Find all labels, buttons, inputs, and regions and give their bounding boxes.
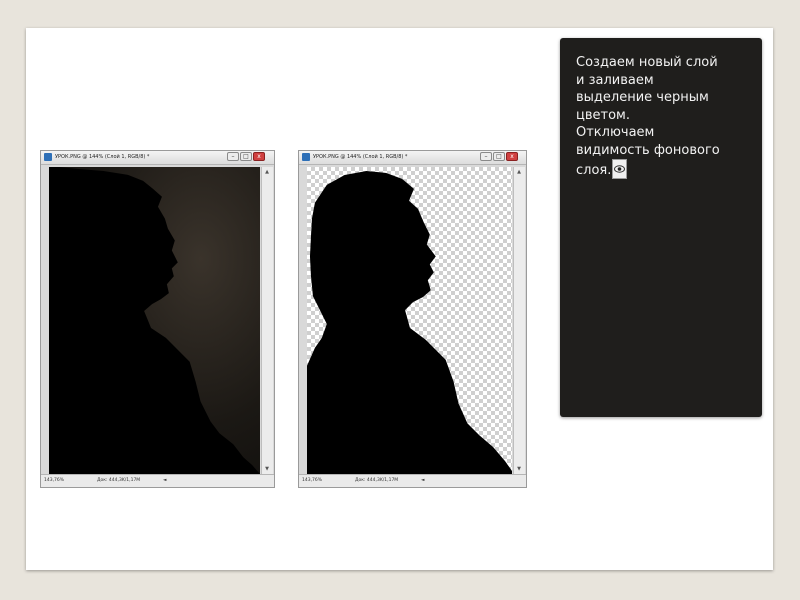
- minimize-button[interactable]: –: [227, 152, 239, 161]
- document-window-left[interactable]: УРОК.PNG @ 144% (Слой 1, RGB/8) * – □ x …: [40, 150, 275, 488]
- zoom-level[interactable]: 143,76%: [44, 475, 64, 487]
- document-window-right[interactable]: УРОК.PNG @ 144% (Слой 1, RGB/8) * – □ x …: [298, 150, 527, 488]
- scroll-up-icon[interactable]: ▲: [515, 168, 523, 176]
- image-canvas[interactable]: [49, 167, 260, 474]
- window-titlebar[interactable]: УРОК.PNG @ 144% (Слой 1, RGB/8) * – □ x: [299, 151, 526, 165]
- eye-icon: [612, 159, 628, 179]
- silhouette-image: [49, 167, 260, 474]
- minimize-button[interactable]: –: [480, 152, 492, 161]
- status-bar: 143,76% Док: 444,3K/1,17M ◄: [41, 474, 274, 487]
- instruction-line: Отключаем: [576, 125, 655, 140]
- close-button[interactable]: x: [506, 152, 518, 161]
- instruction-line: слоя.: [576, 163, 612, 178]
- vertical-scrollbar[interactable]: ▲ ▼: [261, 167, 273, 474]
- zoom-level[interactable]: 143,76%: [302, 475, 322, 487]
- window-title: УРОК.PNG @ 144% (Слой 1, RGB/8) *: [313, 154, 408, 160]
- instruction-line: и заливаем: [576, 72, 654, 88]
- status-menu-arrow-icon[interactable]: ◄: [163, 475, 166, 487]
- status-menu-arrow-icon[interactable]: ◄: [421, 475, 424, 487]
- instruction-panel: Создаем новый слой и заливаем выделение …: [560, 38, 762, 417]
- silhouette-image: [307, 170, 512, 474]
- instruction-line: цветом.: [576, 107, 630, 123]
- document-size: Док: 444,3K/1,17M: [97, 478, 141, 483]
- maximize-button[interactable]: □: [240, 152, 252, 161]
- image-canvas[interactable]: [307, 167, 512, 474]
- slide: УРОК.PNG @ 144% (Слой 1, RGB/8) * – □ x …: [26, 28, 773, 570]
- photoshop-app-icon: [44, 153, 52, 161]
- instruction-text: Создаем новый слой и заливаем выделение …: [576, 54, 752, 180]
- scroll-down-icon[interactable]: ▼: [263, 465, 271, 473]
- window-title: УРОК.PNG @ 144% (Слой 1, RGB/8) *: [55, 154, 150, 160]
- scroll-down-icon[interactable]: ▼: [515, 465, 523, 473]
- close-button[interactable]: x: [253, 152, 265, 161]
- window-titlebar[interactable]: УРОК.PNG @ 144% (Слой 1, RGB/8) * – □ x: [41, 151, 274, 165]
- document-size: Док: 444,3K/1,17M: [355, 478, 399, 483]
- instruction-line: выделение черным: [576, 90, 709, 105]
- scroll-up-icon[interactable]: ▲: [263, 168, 271, 176]
- instruction-line: видимость фонового: [576, 142, 720, 158]
- vertical-scrollbar[interactable]: ▲ ▼: [513, 167, 525, 474]
- photoshop-app-icon: [302, 153, 310, 161]
- maximize-button[interactable]: □: [493, 152, 505, 161]
- instruction-line-last: слоя.: [576, 159, 752, 180]
- instruction-line: Создаем новый слой: [576, 55, 718, 70]
- status-bar: 143,76% Док: 444,3K/1,17M ◄: [299, 474, 526, 487]
